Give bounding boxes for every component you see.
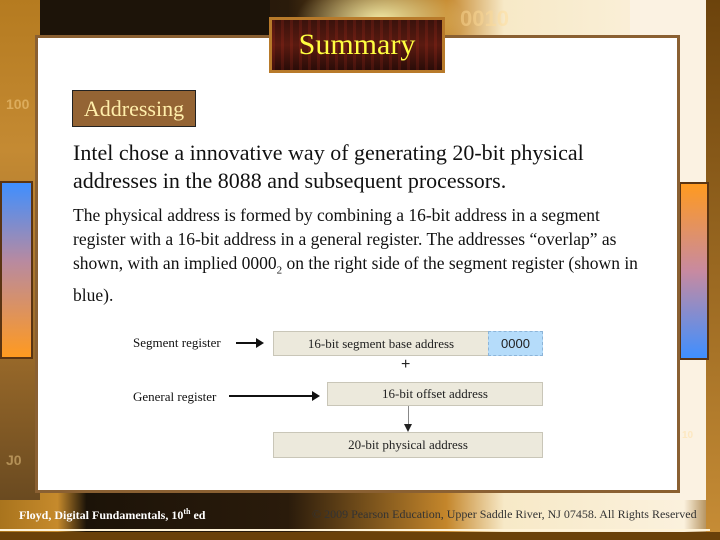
physical-address-label: 20-bit physical address bbox=[348, 437, 468, 452]
background-digits: J0 bbox=[6, 452, 22, 468]
general-register-label: General register bbox=[133, 389, 217, 404]
intro-paragraph: Intel chose a innovative way of generati… bbox=[73, 140, 584, 193]
background-dark-band bbox=[40, 0, 270, 38]
segment-arrow-icon bbox=[236, 338, 264, 348]
footer-divider bbox=[0, 529, 710, 531]
background-bottom-band bbox=[0, 532, 720, 540]
background-digits: 0010 bbox=[460, 6, 509, 31]
implied-zeros-label: 0000 bbox=[501, 336, 530, 351]
down-arrow-line bbox=[408, 406, 409, 426]
section-tag-label: Addressing bbox=[83, 95, 185, 121]
plus-operator: + bbox=[401, 356, 411, 373]
segment-base-box: 16-bit segment base address bbox=[273, 331, 489, 356]
general-arrow-icon bbox=[229, 391, 320, 401]
footer-edition-suffix: ed bbox=[190, 508, 206, 522]
footer-book-credit: Floyd, Digital Fundamentals, 10th ed bbox=[19, 507, 205, 523]
background-digits: 10 bbox=[682, 430, 694, 441]
offset-address-box: 16-bit offset address bbox=[327, 382, 543, 406]
footer-copyright: © 2009 Pearson Education, Upper Saddle R… bbox=[312, 507, 697, 521]
offset-address-label: 16-bit offset address bbox=[382, 386, 488, 401]
slide-title-box: Summary bbox=[269, 17, 445, 73]
left-gradient-bar bbox=[0, 181, 33, 359]
slide-title: Summary bbox=[298, 28, 416, 61]
down-arrow-icon bbox=[404, 424, 412, 432]
segment-register-label: Segment register bbox=[133, 335, 221, 350]
background-digits: 100 bbox=[6, 96, 30, 112]
footer-book-title: Floyd, Digital Fundamentals, 10 bbox=[19, 508, 184, 522]
implied-zeros-box: 0000 bbox=[488, 331, 543, 356]
body-paragraph: The physical address is formed by combin… bbox=[73, 203, 653, 307]
section-tag: Addressing bbox=[72, 90, 196, 127]
right-gradient-bar bbox=[679, 182, 709, 360]
physical-address-box: 20-bit physical address bbox=[273, 432, 543, 458]
segment-base-label: 16-bit segment base address bbox=[307, 335, 455, 351]
